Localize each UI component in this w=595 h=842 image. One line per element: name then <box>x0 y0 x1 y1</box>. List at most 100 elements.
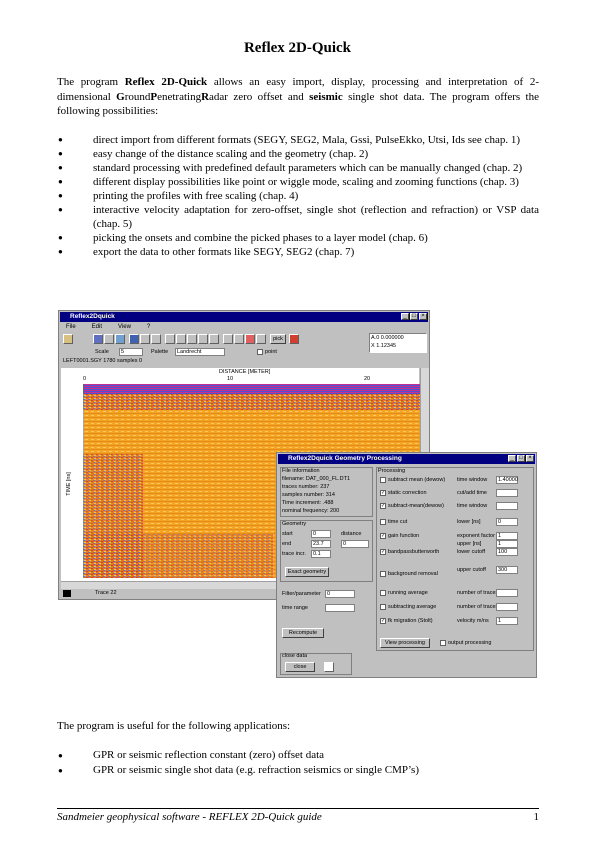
geometry-distance-label-text: distance <box>341 531 362 537</box>
processing-checkbox[interactable]: ✓ <box>380 490 386 496</box>
scale-icon[interactable] <box>151 334 161 344</box>
minimize-button[interactable]: _ <box>401 313 409 320</box>
pick-button[interactable]: pick <box>270 334 286 344</box>
file-info-line-text: traces number: 237 <box>282 484 330 490</box>
processing-param-input[interactable] <box>496 589 518 597</box>
dialog-minimize-button[interactable]: _ <box>508 455 516 462</box>
close-data-label: close <box>293 664 307 670</box>
filter-icon[interactable] <box>234 334 244 344</box>
value-x-text: X 1.12345 <box>371 343 397 349</box>
geometry-distance-input[interactable]: 0 <box>341 540 369 548</box>
application-item: GPR or seismic reflection constant (zero… <box>57 748 539 763</box>
feature-item: easy change of the distance scaling and … <box>57 147 539 161</box>
save-icon[interactable] <box>93 334 103 344</box>
processing-checkbox[interactable]: ✓ <box>380 549 386 555</box>
applications-list: GPR or seismic reflection constant (zero… <box>57 748 539 778</box>
output-processing-checkbox[interactable] <box>440 640 446 646</box>
processing-checkbox[interactable] <box>380 590 386 596</box>
geometry-end-label: end <box>282 541 291 547</box>
menu-file[interactable]: File <box>66 324 76 330</box>
processing-param-input[interactable] <box>496 502 518 510</box>
view-processing-button[interactable]: View processing <box>380 638 430 648</box>
upper-cutoff-value: 300 <box>498 567 508 573</box>
upper-ns-input[interactable]: 1 <box>496 540 518 548</box>
processing-param-input[interactable]: 1 <box>496 532 518 540</box>
distance-axis-title-text: DISTANCE [METER] <box>219 369 271 375</box>
dialog-maximize-button[interactable]: □ <box>517 455 525 462</box>
time-range-input[interactable] <box>325 604 355 612</box>
info-icon[interactable] <box>256 334 266 344</box>
processing-param-input[interactable]: 1.40000 <box>496 476 518 484</box>
processing-checkbox[interactable] <box>380 477 386 483</box>
exact-geometry-button[interactable]: Exact geometry <box>285 567 329 577</box>
maximize-button[interactable]: □ <box>410 313 418 320</box>
close-button[interactable]: × <box>419 313 427 320</box>
distance-axis-title: DISTANCE [METER] <box>219 369 270 375</box>
palette-select[interactable]: Landrecht <box>175 348 225 356</box>
processing-checkbox[interactable] <box>380 571 386 577</box>
recompute-button[interactable]: Recompute <box>282 628 324 638</box>
processing-param-label: number of traces <box>457 590 499 596</box>
upper-cutoff-label: upper cutoff <box>457 567 486 573</box>
zoom-in-icon[interactable] <box>165 334 175 344</box>
print-icon[interactable] <box>104 334 114 344</box>
export-icon[interactable] <box>245 334 255 344</box>
file-info-line-text: samples number: 314 <box>282 492 335 498</box>
processing-param-input[interactable]: 1 <box>496 617 518 625</box>
menu-view[interactable]: View <box>118 324 131 330</box>
upper-cutoff-input[interactable]: 300 <box>496 566 518 574</box>
velocity-icon[interactable] <box>198 334 208 344</box>
dialog-title: Reflex2Dquick Geometry Processing <box>288 455 402 462</box>
geometry-end-label-text: end <box>282 541 292 547</box>
processing-checkbox[interactable]: ✓ <box>380 503 386 509</box>
dialog-close-button[interactable]: × <box>526 455 534 462</box>
display-icon[interactable] <box>129 334 139 344</box>
intro-bold: R <box>201 90 210 103</box>
geometry-end-value: 23.7 <box>313 541 324 547</box>
processing-checkbox[interactable] <box>380 519 386 525</box>
feature-text: standard processing with predefined defa… <box>93 162 523 174</box>
processing-checkbox[interactable]: ✓ <box>380 618 386 624</box>
file-info-text: LEFT0001.SGY 1780 samples 0 <box>63 358 143 364</box>
processing-param-input[interactable] <box>496 603 518 611</box>
geometry-start-label-text: start <box>282 531 293 537</box>
zoom-out-icon[interactable] <box>176 334 186 344</box>
scale-input[interactable]: 5 <box>119 348 143 356</box>
close-header: close data <box>282 653 307 659</box>
close-data-button[interactable]: close <box>285 662 315 672</box>
scale-label-text: Scale <box>95 349 109 355</box>
help-icon[interactable] <box>324 662 334 672</box>
processing-param-input[interactable]: 0 <box>496 518 518 526</box>
menu-help[interactable]: ? <box>147 324 150 330</box>
wiggle-icon[interactable] <box>140 334 150 344</box>
filter-select[interactable]: 0 <box>325 590 355 598</box>
feature-item: interactive velocity adaptation for zero… <box>57 203 539 231</box>
geometry-incr-label: trace incr. <box>282 551 306 557</box>
recompute-label: Recompute <box>288 630 318 636</box>
processing-label: subtract mean (dewow) <box>388 477 446 483</box>
menu-bar: File Edit View? <box>60 323 428 332</box>
geometry-start-input[interactable]: 0 <box>311 530 331 538</box>
layer-icon[interactable] <box>223 334 233 344</box>
open-icon[interactable] <box>63 334 73 344</box>
processing-checkbox[interactable] <box>380 604 386 610</box>
point-checkbox[interactable] <box>257 349 263 355</box>
trace-icon[interactable] <box>209 334 219 344</box>
filter-value: 0 <box>327 591 331 597</box>
palette-icon[interactable] <box>289 334 299 344</box>
edit-icon[interactable] <box>115 334 125 344</box>
feature-text: picking the onsets and combine the picke… <box>93 232 428 244</box>
point-label-text: point <box>265 349 277 355</box>
processing-param-input[interactable]: 100 <box>496 548 518 556</box>
menu-edit[interactable]: Edit <box>92 324 102 330</box>
geometry-incr-input[interactable]: 0.1 <box>311 550 331 558</box>
geometry-end-input[interactable]: 23.7 <box>311 540 331 548</box>
time-range-label: time range <box>282 605 308 611</box>
intro-text: enetrating <box>157 90 202 103</box>
pick-icon[interactable] <box>187 334 197 344</box>
geometry-header-text: Geometry <box>282 521 307 527</box>
processing-param-input[interactable] <box>496 489 518 497</box>
processing-checkbox[interactable]: ✓ <box>380 533 386 539</box>
intro-text: The program <box>57 76 125 88</box>
processing-label: subtracting average <box>388 604 437 610</box>
